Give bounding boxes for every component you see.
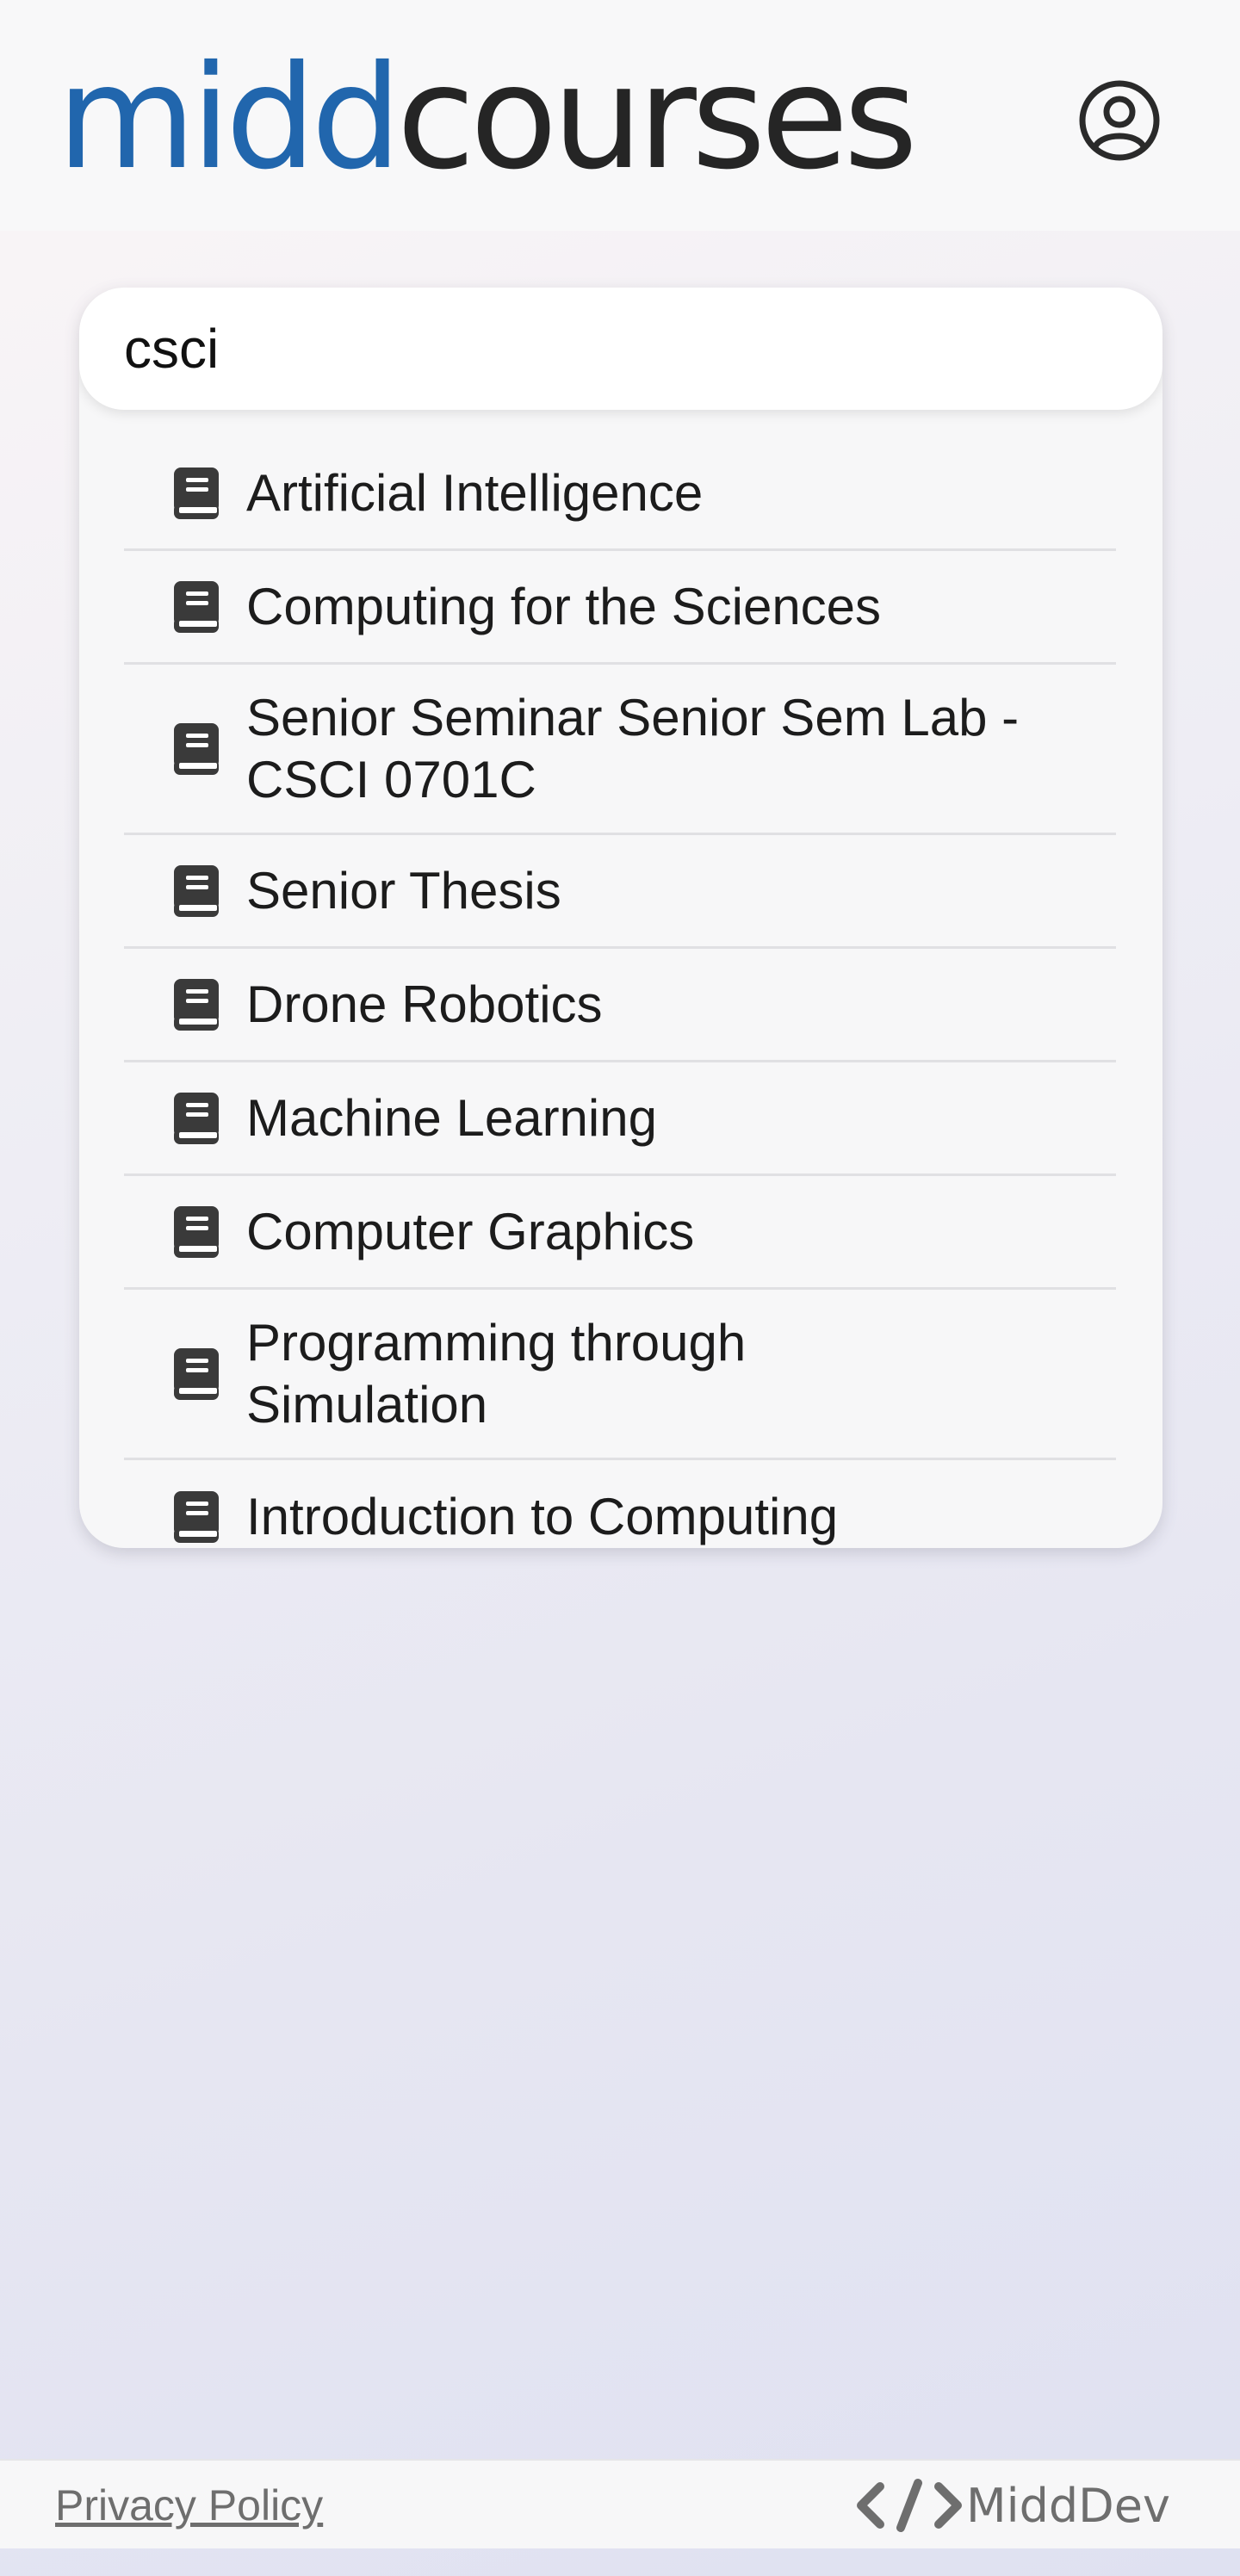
user-circle-icon[interactable] <box>1078 79 1161 162</box>
middev-label: MiddDev <box>966 2478 1170 2533</box>
result-label: Artificial Intelligence <box>246 463 704 522</box>
result-item-computer-graphics[interactable]: Computer Graphics <box>124 1176 1116 1290</box>
book-icon <box>174 864 219 917</box>
result-item-drone-robotics[interactable]: Drone Robotics <box>124 949 1116 1062</box>
result-item-computing-for-the-sciences[interactable]: Computing for the Sciences <box>124 551 1116 665</box>
search-card: Artificial Intelligence Computing for th… <box>79 288 1162 1548</box>
code-icon <box>857 2479 962 2532</box>
result-label: Machine Learning <box>246 1088 657 1147</box>
result-label: Senior Thesis <box>246 861 561 920</box>
book-icon <box>174 1205 219 1258</box>
result-item-senior-seminar[interactable]: Senior Seminar Senior Sem Lab - CSCI 070… <box>124 665 1116 835</box>
header: middcourses <box>0 0 1240 231</box>
result-item-machine-learning[interactable]: Machine Learning <box>124 1062 1116 1176</box>
privacy-policy-link[interactable]: Privacy Policy <box>55 2480 323 2531</box>
book-icon <box>174 1092 219 1144</box>
result-label: Drone Robotics <box>246 975 603 1033</box>
book-icon <box>174 580 219 633</box>
site-logo[interactable]: middcourses <box>57 33 918 205</box>
result-label: Senior Seminar Senior Sem Lab - CSCI 070… <box>246 688 1020 808</box>
book-icon <box>174 467 219 519</box>
result-item-introduction-to-computing[interactable]: Introduction to Computing <box>124 1460 1116 1548</box>
book-icon <box>174 1347 219 1400</box>
result-label: Computing for the Sciences <box>246 577 882 635</box>
footer: Privacy Policy MiddDev <box>0 2459 1240 2548</box>
result-item-artificial-intelligence[interactable]: Artificial Intelligence <box>124 437 1116 551</box>
result-item-senior-thesis[interactable]: Senior Thesis <box>124 835 1116 949</box>
result-label: Introduction to Computing <box>246 1488 839 1545</box>
logo-midd-text: midd <box>57 35 402 201</box>
logo-courses-text: courses <box>396 35 918 201</box>
book-icon <box>174 978 219 1031</box>
book-icon <box>174 722 219 775</box>
result-label: Computer Graphics <box>246 1202 695 1260</box>
search-input[interactable] <box>79 288 1162 410</box>
result-label: Programming through Simulation <box>246 1313 747 1434</box>
search-results-list: Artificial Intelligence Computing for th… <box>124 437 1116 1548</box>
book-icon <box>174 1491 219 1543</box>
middev-link[interactable]: MiddDev <box>856 2474 1170 2536</box>
result-item-programming-through-simulation[interactable]: Programming through Simulation <box>124 1290 1116 1460</box>
